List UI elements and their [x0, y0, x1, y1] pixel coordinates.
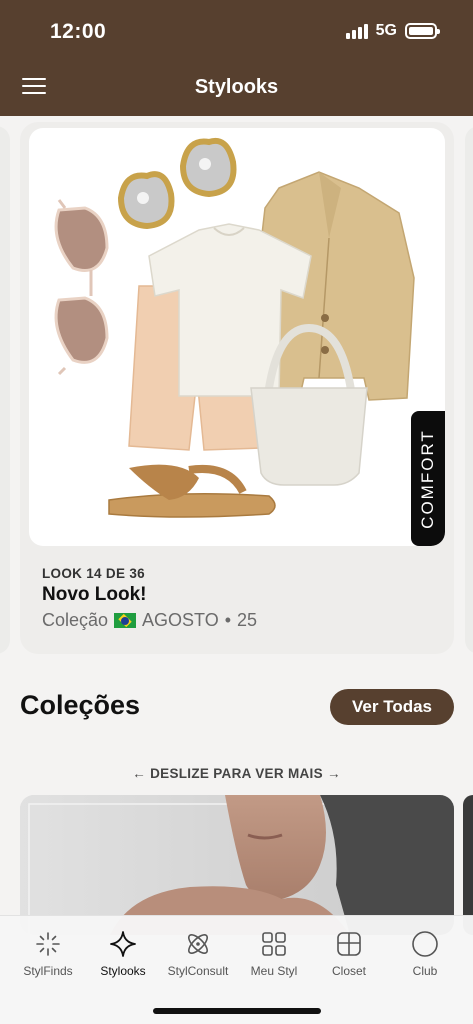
four-point-star-icon [110, 931, 136, 957]
collection-label: Coleção [42, 610, 109, 630]
page-title: Stylooks [194, 76, 279, 98]
nav-label: Closet [331, 964, 366, 978]
meta-separator: • [224, 610, 232, 630]
nav-item-stylfinds[interactable]: StylFinds [10, 930, 86, 978]
look-card[interactable]: COMFORT LOOK 14 DE 36 Novo Look! Coleção… [20, 122, 454, 654]
look-counter: LOOK 14 DE 36 [42, 566, 145, 581]
grid-icon [262, 932, 286, 956]
look-outfit-image[interactable]: COMFORT [29, 128, 445, 546]
closet-icon [337, 932, 361, 956]
collection-year: 25 [237, 610, 258, 630]
nav-label: StylConsult [167, 964, 229, 978]
style-tag-label: COMFORT [418, 428, 437, 529]
earrings-item [117, 138, 237, 230]
nav-item-meu-styl[interactable]: Meu Styl [236, 930, 312, 978]
outfit-illustration [54, 138, 415, 518]
signal-icon [345, 23, 368, 39]
next-look-card[interactable] [465, 126, 473, 654]
nav-item-stylconsult[interactable]: StylConsult [160, 930, 236, 978]
status-time: 12:00 [50, 20, 107, 43]
look-collection-info: Coleção AGOSTO • 25 [42, 610, 257, 631]
nav-item-club[interactable]: Club [387, 930, 463, 978]
nav-label: Meu Styl [250, 964, 298, 978]
app-header: 12:00 5G Stylooks [0, 0, 473, 116]
nav-item-closet[interactable]: Closet [311, 930, 387, 978]
view-all-button[interactable]: Ver Todas [330, 689, 454, 725]
atom-icon [188, 934, 208, 954]
style-tag-badge: COMFORT [411, 411, 445, 546]
home-indicator[interactable] [153, 1008, 321, 1014]
network-type: 5G [375, 22, 397, 39]
collection-card[interactable] [20, 795, 454, 935]
sandals-item [108, 464, 276, 518]
status-indicators: 5G [345, 22, 440, 40]
look-title: Novo Look! [42, 584, 147, 605]
battery-icon [405, 23, 440, 39]
collection-cover-image [20, 795, 454, 935]
previous-look-card[interactable] [0, 126, 10, 654]
nav-label: StylFinds [23, 964, 73, 978]
collection-month: AGOSTO [142, 610, 219, 630]
circle-icon [412, 931, 438, 957]
nav-label: Club [412, 964, 438, 978]
brazil-flag-icon [114, 613, 137, 628]
nav-label: Stylooks [100, 964, 146, 978]
nav-item-stylooks[interactable]: Stylooks [85, 930, 161, 978]
collections-title: Coleções [20, 690, 141, 720]
sunglasses-item [54, 199, 109, 376]
sparkle-burst-icon [36, 932, 60, 956]
swipe-hint: ← DESLIZE PARA VER MAIS → [132, 766, 341, 781]
next-collection-card[interactable] [463, 795, 473, 935]
